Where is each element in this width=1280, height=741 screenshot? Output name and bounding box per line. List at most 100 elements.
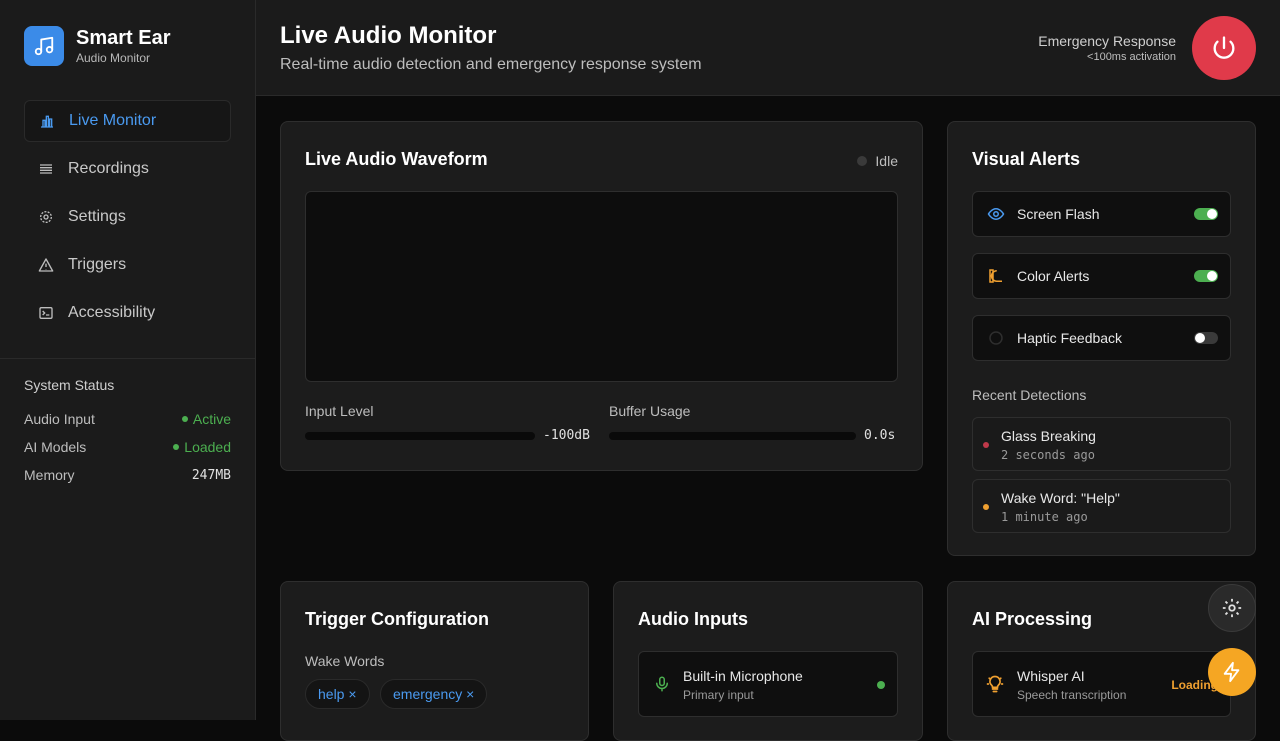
- detection-dot: [983, 442, 989, 448]
- ai-model-item[interactable]: Whisper AI Speech transcription Loading: [972, 651, 1231, 717]
- system-status-title: System Status: [24, 377, 115, 393]
- waveform-card: Live Audio Waveform Idle Input Level -10…: [280, 121, 923, 471]
- audio-inputs-card: Audio Inputs Built-in Microphone Primary…: [613, 581, 923, 741]
- status-dot: [181, 416, 188, 422]
- recent-detections-title: Recent Detections: [972, 387, 1087, 403]
- status-value: Active: [181, 411, 231, 427]
- brand: Smart Ear Audio Monitor: [24, 26, 171, 66]
- status-value-text: Loaded: [184, 439, 231, 455]
- status-value: Loaded: [173, 439, 231, 455]
- alert-label: Haptic Feedback: [1017, 330, 1123, 346]
- buffer-usage-meter: [609, 432, 856, 440]
- alert-haptic-feedback[interactable]: Haptic Feedback: [972, 315, 1231, 361]
- input-level-meter: [305, 432, 535, 440]
- emergency-subtitle: <100ms activation: [1087, 51, 1176, 63]
- palette-icon: [985, 265, 1007, 287]
- vibrate-icon: [985, 327, 1007, 349]
- visual-alerts-card: Visual Alerts Screen Flash Color Alerts …: [947, 121, 1256, 556]
- lightbulb-icon: [985, 674, 1005, 699]
- audio-input-name: Built-in Microphone: [683, 668, 803, 684]
- page-title: Live Audio Monitor: [280, 22, 497, 49]
- gear-icon: [1222, 598, 1242, 618]
- state-label: Idle: [875, 153, 898, 169]
- detection-item[interactable]: Glass Breaking 2 seconds ago: [972, 417, 1231, 471]
- audio-input-item[interactable]: Built-in Microphone Primary input: [638, 651, 898, 717]
- visual-alerts-title: Visual Alerts: [972, 149, 1081, 169]
- status-label: Audio Input: [24, 411, 95, 427]
- screen-flash-toggle[interactable]: [1194, 208, 1218, 220]
- floating-quick-action-button[interactable]: [1208, 648, 1256, 696]
- status-label: AI Models: [24, 439, 87, 455]
- terminal-icon: [38, 305, 54, 321]
- page-subtitle: Real-time audio detection and emergency …: [280, 56, 702, 73]
- eye-icon: [985, 203, 1007, 225]
- detection-item[interactable]: Wake Word: "Help" 1 minute ago: [972, 479, 1231, 533]
- wake-word-chip-help[interactable]: help ×: [305, 679, 370, 709]
- emergency-power-button[interactable]: [1192, 16, 1256, 80]
- haptic-feedback-toggle[interactable]: [1194, 332, 1218, 344]
- alert-label: Color Alerts: [1017, 268, 1090, 284]
- sidebar-item-label: Recordings: [68, 160, 149, 177]
- sidebar-item-settings[interactable]: Settings: [24, 196, 231, 238]
- detection-name: Glass Breaking: [1001, 428, 1096, 444]
- emergency-response-info: Emergency Response <100ms activation: [1038, 32, 1176, 65]
- status-dot: [173, 444, 180, 450]
- status-row-audio-input: Audio Input Active: [24, 405, 231, 433]
- list-icon: [38, 161, 54, 177]
- emergency-title: Emergency Response: [1038, 33, 1176, 49]
- audio-input-status-dot: [877, 681, 885, 689]
- audio-input-sub: Primary input: [683, 688, 754, 702]
- app-subtitle: Audio Monitor: [76, 51, 151, 65]
- detection-name: Wake Word: "Help": [1001, 490, 1120, 506]
- toggle-knob: [1207, 271, 1217, 281]
- status-value-text: Active: [192, 411, 231, 427]
- sidebar-item-recordings[interactable]: Recordings: [24, 148, 231, 190]
- gear-icon: [38, 209, 54, 225]
- bar-chart-icon: [39, 113, 55, 129]
- sidebar-nav: Live Monitor Recordings Settings Trigger…: [24, 100, 231, 340]
- detection-dot: [983, 504, 989, 510]
- trigger-config-title: Trigger Configuration: [305, 609, 489, 629]
- buffer-usage-label: Buffer Usage: [609, 403, 691, 419]
- waveform-state: Idle: [857, 153, 898, 169]
- audio-inputs-title: Audio Inputs: [638, 609, 748, 629]
- alert-screen-flash[interactable]: Screen Flash: [972, 191, 1231, 237]
- warning-icon: [38, 257, 54, 273]
- status-row-memory: Memory 247MB: [24, 461, 231, 489]
- app-title: Smart Ear: [76, 27, 171, 49]
- ai-model-sub: Speech transcription: [1017, 688, 1127, 702]
- lightning-icon: [1223, 661, 1240, 683]
- alert-label: Screen Flash: [1017, 206, 1100, 222]
- toggle-knob: [1207, 209, 1217, 219]
- header: Live Audio Monitor Real-time audio detec…: [256, 0, 1280, 96]
- status-label: Memory: [24, 467, 75, 483]
- ai-processing-title: AI Processing: [972, 609, 1093, 629]
- waveform-title: Live Audio Waveform: [305, 149, 488, 169]
- status-value: 247MB: [191, 467, 231, 483]
- detection-time: 1 minute ago: [1001, 510, 1088, 524]
- trigger-config-card: Trigger Configuration Wake Words help × …: [280, 581, 589, 741]
- sidebar-item-accessibility[interactable]: Accessibility: [24, 292, 231, 334]
- wake-words-label: Wake Words: [305, 653, 385, 669]
- sidebar-item-label: Settings: [68, 208, 126, 225]
- sidebar-item-triggers[interactable]: Triggers: [24, 244, 231, 286]
- wake-word-chip-emergency[interactable]: emergency ×: [380, 679, 488, 709]
- power-icon: [1213, 36, 1235, 59]
- ai-model-name: Whisper AI: [1017, 668, 1085, 684]
- detection-time: 2 seconds ago: [1001, 448, 1095, 462]
- toggle-knob: [1195, 333, 1205, 343]
- floating-settings-button[interactable]: [1208, 584, 1256, 632]
- sidebar-item-label: Live Monitor: [69, 112, 157, 129]
- microphone-icon: [653, 674, 671, 699]
- color-alerts-toggle[interactable]: [1194, 270, 1218, 282]
- state-dot: [857, 156, 868, 166]
- sidebar-item-live-monitor[interactable]: Live Monitor: [24, 100, 231, 142]
- sidebar-item-label: Triggers: [68, 256, 127, 273]
- alert-color-alerts[interactable]: Color Alerts: [972, 253, 1231, 299]
- status-row-ai-models: AI Models Loaded: [24, 433, 231, 461]
- system-status: System Status Audio Input Active AI Mode…: [0, 358, 255, 489]
- buffer-usage-value: 0.0s: [864, 428, 896, 443]
- waveform-canvas: [305, 191, 898, 382]
- sidebar: Smart Ear Audio Monitor Live Monitor Rec…: [0, 0, 256, 720]
- input-level-value: -100dB: [543, 428, 590, 443]
